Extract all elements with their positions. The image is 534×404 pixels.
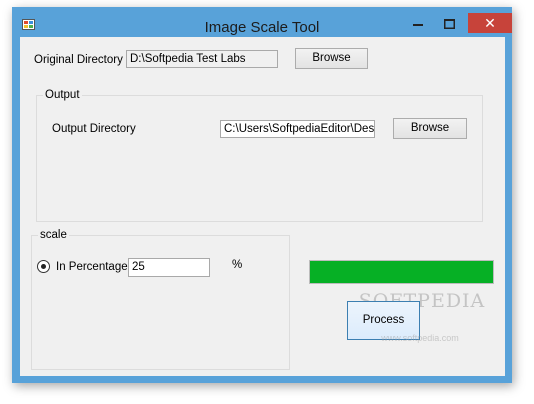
minimize-icon	[413, 24, 423, 26]
output-browse-button[interactable]: Browse	[393, 118, 467, 139]
watermark-url: www.softpedia.com	[381, 333, 459, 343]
progress-fill	[310, 261, 493, 283]
client-area: Original Directory D:\Softpedia Test Lab…	[20, 37, 505, 376]
title-bar[interactable]: Image Scale Tool ✕	[12, 7, 512, 37]
percent-unit-label: %	[232, 259, 243, 271]
original-directory-label: Original Directory	[34, 54, 123, 66]
percentage-radio[interactable]	[37, 260, 50, 273]
output-directory-label: Output Directory	[52, 123, 136, 135]
percentage-input[interactable]: 25	[128, 258, 210, 277]
output-group-label: Output	[43, 88, 82, 102]
percentage-label[interactable]: In Percentage	[56, 260, 128, 274]
output-group: Output Output Directory C:\Users\Softped…	[36, 88, 483, 222]
scale-group-label: scale	[38, 228, 69, 242]
original-directory-field[interactable]: D:\Softpedia Test Labs	[126, 50, 278, 68]
close-icon: ✕	[484, 14, 496, 31]
close-button[interactable]: ✕	[468, 13, 512, 33]
output-directory-field[interactable]: C:\Users\SoftpediaEditor\Desk	[220, 120, 375, 138]
maximize-button[interactable]	[436, 14, 462, 34]
scale-group: scale In Percentage 25 %	[31, 228, 290, 370]
progress-bar	[309, 260, 494, 284]
maximize-icon	[443, 19, 455, 29]
original-browse-button[interactable]: Browse	[295, 48, 368, 69]
radio-selected-dot	[41, 264, 46, 269]
minimize-button[interactable]	[405, 14, 431, 34]
app-window: Image Scale Tool ✕ Original Directory D:…	[12, 7, 512, 383]
